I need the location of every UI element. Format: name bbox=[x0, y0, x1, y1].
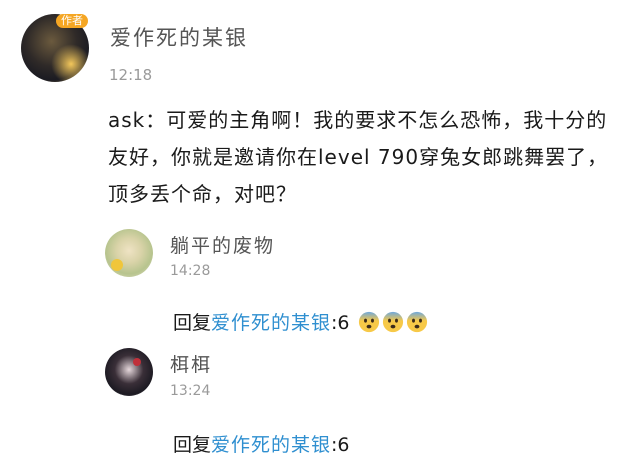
mention-link[interactable]: 爱作死的某银 bbox=[211, 434, 331, 456]
post-time: 12:18 bbox=[109, 66, 153, 84]
reply-text: 回复爱作死的某银:6 bbox=[173, 430, 350, 457]
commenter-name[interactable]: 躺平的废物 bbox=[170, 231, 275, 258]
reply-prefix: 回复 bbox=[173, 312, 212, 334]
fearful-face-emoji bbox=[382, 311, 403, 333]
reply-prefix: 回复 bbox=[173, 434, 212, 456]
commenter-name[interactable]: 栮栮 bbox=[170, 350, 212, 377]
commenter-avatar[interactable] bbox=[105, 348, 153, 396]
reply-text: 回复爱作死的某银:6 bbox=[173, 308, 428, 335]
flower-icon bbox=[111, 259, 123, 271]
commenter-avatar[interactable] bbox=[105, 229, 153, 277]
fearful-face-emoji bbox=[406, 311, 427, 333]
comment-time: 13:24 bbox=[170, 383, 211, 399]
comment-time: 14:28 bbox=[170, 263, 211, 279]
reply-body: :6 bbox=[331, 434, 350, 456]
author-badge: 作者 bbox=[56, 14, 88, 28]
mention-link[interactable]: 爱作死的某银 bbox=[211, 312, 331, 334]
hair-accessory-icon bbox=[133, 358, 141, 366]
reply-body: :6 bbox=[331, 312, 350, 334]
avatar-glow bbox=[51, 44, 89, 82]
post-content: ask：可爱的主角啊！我的要求不怎么恐怖，我十分的友好，你就是邀请你在level… bbox=[108, 108, 609, 206]
fearful-face-emoji bbox=[358, 311, 379, 333]
author-name[interactable]: 爱作死的某银 bbox=[110, 22, 248, 52]
